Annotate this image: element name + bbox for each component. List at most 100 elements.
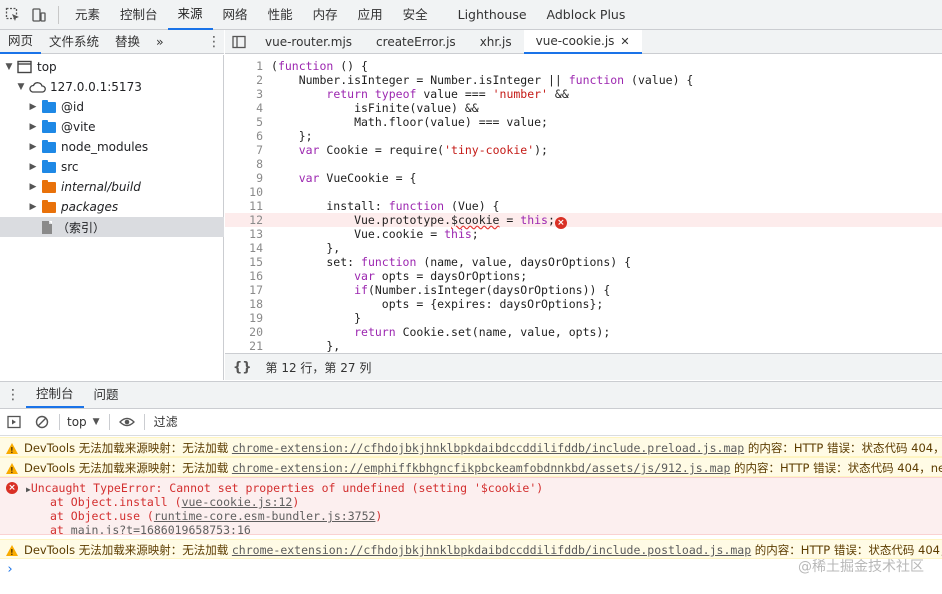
chevron-down-icon[interactable]: ▼ (4, 62, 14, 72)
line-number[interactable]: 10 (225, 185, 263, 199)
chevron-right-icon[interactable]: ▶ (28, 182, 38, 192)
line-number[interactable]: 8 (225, 157, 263, 171)
stack-link[interactable]: vue-cookie.js:12 (182, 495, 293, 509)
line-number[interactable]: 6 (225, 129, 263, 143)
code-text: } (271, 311, 362, 325)
code-text: Number.isInteger = Number.isInteger || f… (271, 73, 694, 87)
tab-application[interactable]: 应用 (348, 0, 393, 30)
drawer-tab-console[interactable]: 控制台 (26, 382, 84, 408)
line-number[interactable]: 2 (225, 73, 263, 87)
code-line: 7 var Cookie = require('tiny-cookie'); (225, 143, 942, 157)
tree-item[interactable]: ▶ packages (0, 197, 224, 217)
editor-tab-xhr[interactable]: xhr.js (468, 30, 524, 54)
source-map-link[interactable]: chrome-extension://emphiffkbhgncfikpbcke… (232, 461, 731, 475)
clear-console-icon[interactable] (28, 409, 56, 436)
tree-item[interactable]: ▼ 127.0.0.1:5173 (0, 77, 224, 97)
kebab-menu-icon[interactable]: ⋮ (204, 34, 224, 50)
code-text: Math.floor(value) === value; (271, 115, 548, 129)
tab-elements[interactable]: 元素 (65, 0, 110, 30)
chevron-right-icon[interactable]: ▶ (28, 202, 38, 212)
tab-adblock-plus[interactable]: Adblock Plus (537, 0, 636, 30)
line-number[interactable]: 5 (225, 115, 263, 129)
tree-item[interactable]: ▶ src (0, 157, 224, 177)
line-number[interactable]: 11 (225, 199, 263, 213)
code-line: 1 (function () { (225, 59, 942, 73)
close-tab-icon[interactable]: ✕ (620, 35, 629, 48)
line-number[interactable]: 18 (225, 297, 263, 311)
tab-security[interactable]: 安全 (393, 0, 438, 30)
live-expression-eye-icon[interactable] (113, 409, 141, 436)
code-line: 15 set: function (name, value, daysOrOpt… (225, 255, 942, 269)
line-number[interactable]: 7 (225, 143, 263, 157)
stack-link[interactable]: runtime-core.esm-bundler.js:3752 (154, 509, 376, 523)
line-number[interactable]: 9 (225, 171, 263, 185)
tab-sources[interactable]: 来源 (167, 0, 213, 30)
tab-performance[interactable]: 性能 (258, 0, 303, 30)
line-number[interactable]: 21 (225, 339, 263, 353)
stack-text: at Object.use ( (50, 509, 154, 523)
code-text: return Cookie.set(name, value, opts); (354, 325, 611, 339)
code-editor[interactable]: 1 (function () {2 Number.isInteger = Numb… (225, 55, 942, 353)
line-number[interactable]: 20 (225, 325, 263, 339)
tab-memory[interactable]: 内存 (303, 0, 348, 30)
line-number[interactable]: 16 (225, 269, 263, 283)
editor-tab-vue-router[interactable]: vue-router.mjs (253, 30, 364, 54)
tree-item[interactable]: ▼ top (0, 57, 224, 77)
chevron-down-icon[interactable]: ▼ (16, 82, 26, 92)
tree-item[interactable]: ▶ internal/build (0, 177, 224, 197)
tree-item-label: @vite (61, 120, 96, 134)
source-map-link[interactable]: chrome-extension://cfhdojbkjhnklbpkdaibd… (232, 543, 751, 557)
code-line: 12 Vue.prototype.$cookie = this; × (225, 213, 942, 229)
code-line: 18 opts = {expires: daysOrOptions}; (225, 297, 942, 311)
tree-item[interactable]: （索引） (0, 217, 224, 237)
drawer-menu-icon[interactable]: ⋮ (0, 387, 26, 403)
editor-tab-vue-cookie[interactable]: vue-cookie.js ✕ (523, 29, 642, 54)
chevron-right-icon[interactable]: ▶ (28, 102, 38, 112)
stack-link[interactable]: main.js?t=1686019658753:16 (71, 523, 251, 534)
console-prompt[interactable]: › (6, 562, 14, 577)
tree-item-label: @id (61, 100, 84, 114)
code-line: 9 var VueCookie = { (225, 171, 942, 185)
tab-lighthouse[interactable]: Lighthouse (448, 0, 537, 30)
navigator-tabbar: 网页 文件系统 替换 » ⋮ (0, 30, 224, 54)
nav-tab-filesystem[interactable]: 文件系统 (41, 30, 107, 54)
tree-item-label: top (37, 60, 57, 74)
line-number[interactable]: 12 (225, 213, 263, 227)
show-sidebar-icon[interactable] (0, 409, 28, 436)
inspect-element-icon[interactable] (0, 0, 26, 30)
context-selector[interactable]: top ▼ (63, 415, 106, 429)
line-number[interactable]: 19 (225, 311, 263, 325)
line-number[interactable]: 1 (225, 59, 263, 73)
code-text: opts = {expires: daysOrOptions}; (271, 297, 604, 311)
pretty-print-icon[interactable]: {} (233, 360, 252, 375)
nav-tab-page[interactable]: 网页 (0, 30, 42, 54)
line-number[interactable]: 4 (225, 101, 263, 115)
toggle-navigator-icon[interactable] (225, 30, 253, 54)
code-text: }, (271, 339, 341, 353)
line-number[interactable]: 3 (225, 87, 263, 101)
line-number[interactable]: 17 (225, 283, 263, 297)
code-text: install: function (Vue) { (271, 199, 500, 213)
line-number[interactable]: 13 (225, 227, 263, 241)
device-toolbar-icon[interactable] (26, 0, 52, 30)
warning-icon (6, 544, 18, 558)
warning-text: DevTools 无法加载来源映射：无法加载 (24, 461, 232, 475)
more-tabs-icon[interactable]: » (148, 30, 172, 54)
nav-tab-overrides[interactable]: 替换 (107, 30, 148, 54)
chevron-right-icon[interactable]: ▶ (28, 142, 38, 152)
console-error-row: × ▶Uncaught TypeError: Cannot set proper… (0, 477, 942, 535)
tree-item[interactable]: ▶ node_modules (0, 137, 224, 157)
code-text: var opts = daysOrOptions; (354, 269, 528, 283)
line-number[interactable]: 15 (225, 255, 263, 269)
console-filter-input[interactable] (153, 412, 754, 432)
chevron-right-icon[interactable]: ▶ (28, 162, 38, 172)
tab-network[interactable]: 网络 (213, 0, 258, 30)
editor-tab-create-error[interactable]: createError.js (364, 30, 468, 54)
source-map-link[interactable]: chrome-extension://cfhdojbkjhnklbpkdaibd… (232, 441, 744, 455)
drawer-tab-issues[interactable]: 问题 (84, 382, 129, 408)
chevron-right-icon[interactable]: ▶ (28, 122, 38, 132)
tree-item[interactable]: ▶ @vite (0, 117, 224, 137)
line-number[interactable]: 14 (225, 241, 263, 255)
tree-item[interactable]: ▶ @id (0, 97, 224, 117)
tab-console[interactable]: 控制台 (110, 0, 168, 30)
